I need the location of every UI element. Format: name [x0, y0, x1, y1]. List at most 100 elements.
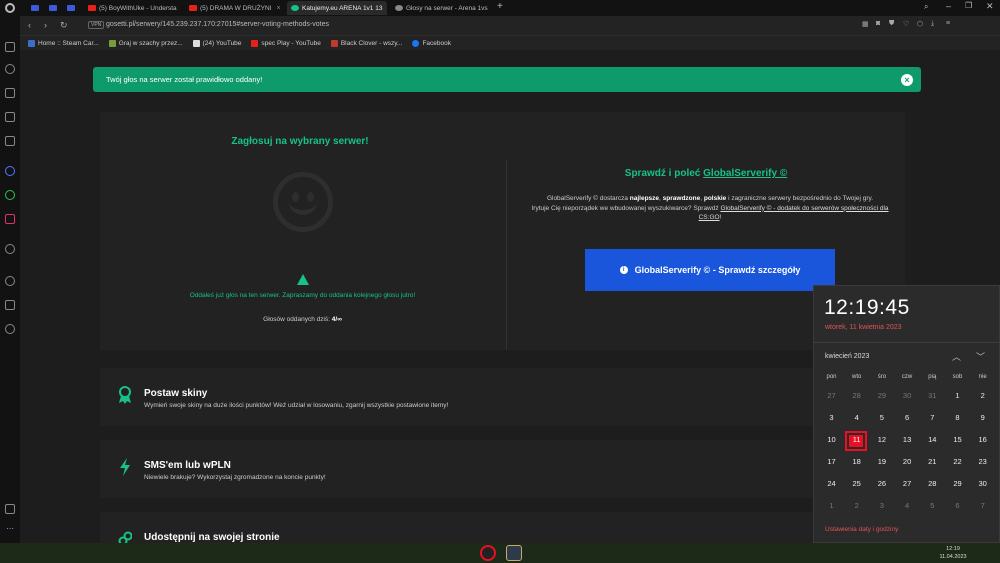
camera-icon[interactable]: ◙ — [876, 20, 880, 27]
search-tabs-icon[interactable]: ⌕ — [924, 2, 928, 12]
new-tab-button[interactable]: + — [497, 1, 503, 12]
calendar-day[interactable]: 25 — [844, 475, 869, 493]
calendar-day[interactable]: 28 — [844, 387, 869, 405]
feature-postaw-skiny[interactable]: Postaw skiny Wymień swoje skiny na duże … — [100, 368, 905, 426]
calendar-day[interactable]: 22 — [945, 453, 970, 471]
calendar-day[interactable]: 16 — [970, 431, 995, 449]
calendar-day[interactable]: 6 — [945, 497, 970, 515]
date-long[interactable]: wtorek, 11 kwietnia 2023 — [825, 324, 902, 331]
opera-logo-icon[interactable] — [5, 3, 15, 13]
instagram-icon[interactable] — [5, 214, 15, 224]
calendar-day[interactable]: 30 — [895, 387, 920, 405]
league-of-legends-icon[interactable] — [506, 545, 522, 561]
calendar-day[interactable]: 19 — [869, 453, 894, 471]
news-icon[interactable] — [5, 136, 15, 146]
back-icon[interactable]: ‹ — [28, 20, 31, 30]
close-window-button[interactable]: ✕ — [986, 1, 994, 12]
maximize-button[interactable]: ❐ — [965, 1, 972, 10]
tray-clock[interactable]: 12:19 11.04.2023 — [938, 545, 968, 561]
heart-icon[interactable]: ♡ — [903, 20, 909, 28]
calendar-day[interactable]: 9 — [970, 409, 995, 427]
calendar-day[interactable]: 13 — [895, 431, 920, 449]
close-alert-icon[interactable]: × — [901, 74, 913, 86]
calendar-day[interactable]: 27 — [819, 387, 844, 405]
calendar-day[interactable]: 29 — [945, 475, 970, 493]
tab-glosy[interactable]: Głosy na serwer - Arena 1vs× — [391, 1, 491, 15]
calendar-day[interactable]: 15 — [945, 431, 970, 449]
tab-0[interactable] — [27, 1, 43, 15]
bookmark-spec-play[interactable]: spec Play - YouTube — [251, 39, 321, 47]
gs-details-button[interactable]: i GlobalServerify © - Sprawdź szczegóły — [585, 249, 835, 291]
calendar-day[interactable]: 14 — [920, 431, 945, 449]
speed-dial-icon[interactable] — [5, 64, 15, 74]
calendar-day[interactable]: 3 — [869, 497, 894, 515]
calendar-day[interactable]: 10 — [819, 431, 844, 449]
history-icon[interactable] — [5, 276, 15, 286]
forward-icon[interactable]: › — [44, 20, 47, 30]
calendar-day[interactable]: 3 — [819, 409, 844, 427]
calendar-day[interactable]: 4 — [844, 409, 869, 427]
calendar-day[interactable]: 28 — [920, 475, 945, 493]
twitch-icon[interactable] — [5, 112, 15, 122]
easy-setup-icon[interactable]: ▦ — [862, 20, 869, 28]
calendar-day[interactable]: 31 — [920, 387, 945, 405]
menu-icon[interactable]: ≡ — [946, 20, 950, 27]
calendar-day[interactable]: 5 — [920, 497, 945, 515]
calendar-day[interactable]: 1 — [945, 387, 970, 405]
games-icon[interactable] — [5, 42, 15, 52]
extensions-icon[interactable] — [5, 300, 15, 310]
settings-icon[interactable] — [5, 324, 15, 334]
tab-1[interactable] — [45, 1, 61, 15]
calendar-day[interactable]: 20 — [895, 453, 920, 471]
calendar-day[interactable]: 11 — [844, 431, 869, 449]
opera-icon[interactable] — [480, 545, 496, 561]
close-tab-icon[interactable]: × — [277, 5, 281, 12]
calendar-day[interactable]: 12 — [869, 431, 894, 449]
calendar-day[interactable]: 26 — [869, 475, 894, 493]
cube-icon[interactable]: ⬡ — [917, 20, 923, 28]
bookmark-black-clover[interactable]: Black Clover - wszy... — [330, 39, 402, 47]
more-icon[interactable]: ⋯ — [6, 524, 14, 533]
url-input[interactable]: gosetti.pl/serwery/145.239.237.170:27015… — [106, 21, 329, 28]
calendar-day[interactable]: 6 — [895, 409, 920, 427]
gs-title-link[interactable]: GlobalServerify © — [703, 168, 787, 179]
calendar-day[interactable]: 1 — [819, 497, 844, 515]
snapshot-icon[interactable] — [5, 504, 15, 514]
calendar-day[interactable]: 8 — [945, 409, 970, 427]
bag-icon[interactable] — [5, 88, 15, 98]
calendar-day[interactable]: 7 — [970, 497, 995, 515]
messenger-icon[interactable] — [5, 166, 15, 176]
whatsapp-icon[interactable] — [5, 190, 15, 200]
bookmark-chess[interactable]: Graj w szachy przez... — [108, 39, 183, 47]
bookmark-steam[interactable]: Home :: Steam Car... — [28, 39, 99, 47]
calendar-day[interactable]: 23 — [970, 453, 995, 471]
reload-icon[interactable]: ↻ — [60, 20, 68, 31]
minimize-button[interactable]: – — [946, 1, 951, 11]
calendar-day[interactable]: 2 — [844, 497, 869, 515]
calendar-day[interactable]: 4 — [895, 497, 920, 515]
date-time-settings-link[interactable]: Ustawienia daty i godziny — [825, 526, 898, 533]
calendar-day[interactable]: 17 — [819, 453, 844, 471]
calendar-day[interactable]: 18 — [844, 453, 869, 471]
chevron-down-icon[interactable]: ﹀ — [976, 350, 985, 363]
calendar-day[interactable]: 2 — [970, 387, 995, 405]
tab-youtube-boywithuke[interactable]: (5) BoyWithUke - Understa× — [84, 1, 182, 15]
tab-2[interactable] — [63, 1, 79, 15]
shield-icon[interactable]: ⛊ — [889, 20, 894, 28]
gs-addon-link[interactable]: GlobalServerify © - dodatek do serwerów … — [699, 205, 889, 222]
calendar-day[interactable]: 30 — [970, 475, 995, 493]
calendar-day[interactable]: 7 — [920, 409, 945, 427]
calendar-day[interactable]: 24 — [819, 475, 844, 493]
bookmark-youtube[interactable]: (24) YouTube — [192, 39, 241, 47]
bookmark-facebook[interactable]: Facebook — [412, 39, 451, 47]
player-icon[interactable] — [5, 244, 15, 254]
tab-youtube-drama[interactable]: (5) DRAMA W DRUŻYNI × — [185, 1, 283, 15]
calendar-day[interactable]: 29 — [869, 387, 894, 405]
calendar-day[interactable]: 21 — [920, 453, 945, 471]
feature-share[interactable]: Udostępnij na swojej stronie — [100, 512, 905, 543]
download-icon[interactable]: ⤓ — [931, 20, 934, 28]
calendar-day[interactable]: 5 — [869, 409, 894, 427]
vpn-badge[interactable]: VPN — [88, 21, 105, 29]
feature-sms[interactable]: SMS'em lub wPLN Niewiele brakuje? Wykorz… — [100, 440, 905, 498]
month-label[interactable]: kwiecień 2023 — [825, 353, 869, 360]
